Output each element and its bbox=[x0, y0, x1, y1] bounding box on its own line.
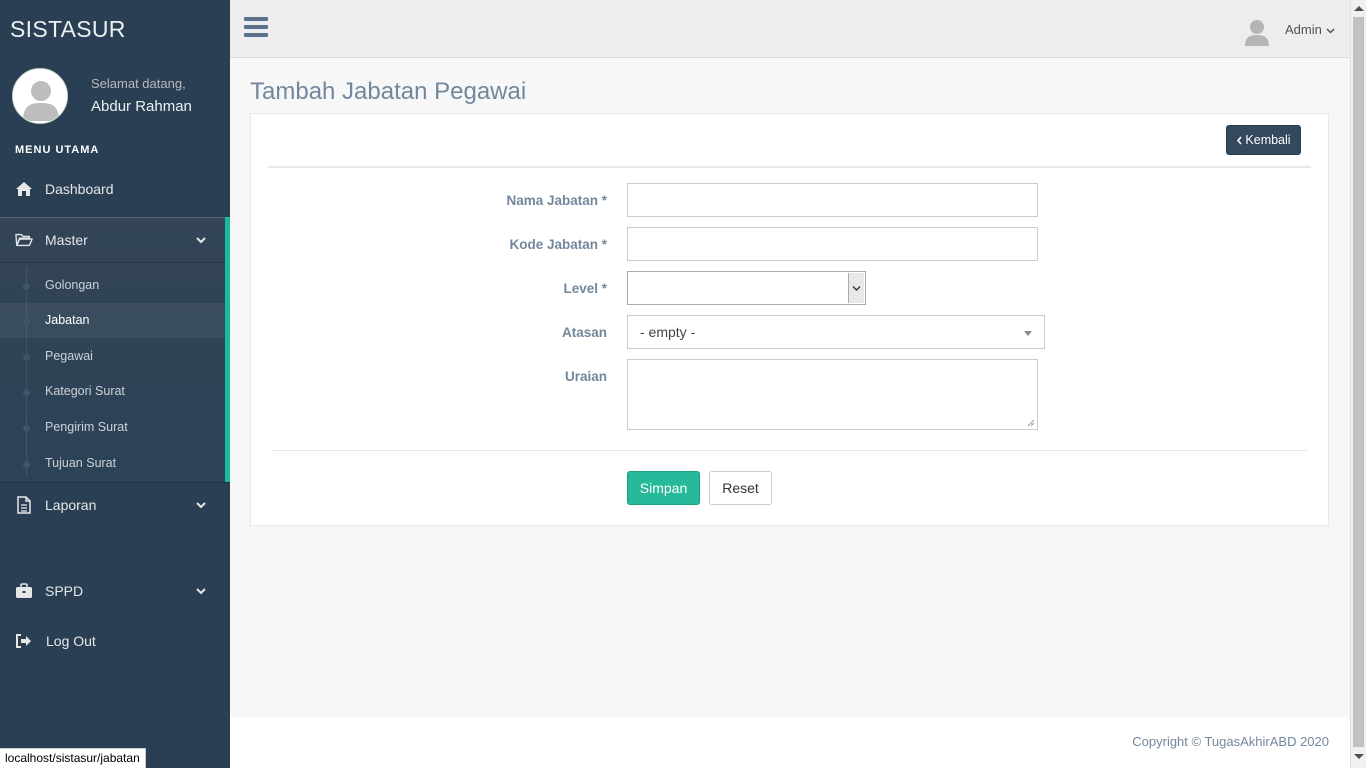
hamburger-icon[interactable] bbox=[244, 17, 268, 39]
divider bbox=[272, 450, 1307, 451]
sidebar-subitem-jabatan[interactable]: Jabatan bbox=[0, 303, 225, 338]
divider bbox=[0, 262, 225, 263]
folder-open-icon bbox=[15, 231, 33, 249]
chevron-down-icon[interactable] bbox=[1326, 26, 1335, 35]
sidebar-group-master: Master Golongan Jabatan Pegawai Kategori… bbox=[0, 217, 230, 482]
welcome-text: Selamat datang, bbox=[91, 76, 186, 91]
sidebar-subitem-label: Tujuan Surat bbox=[45, 456, 117, 470]
sidebar-item-label: Log Out bbox=[46, 633, 96, 649]
form-panel: Kembali Nama Jabatan * Kode Jabatan * Le… bbox=[250, 113, 1329, 526]
page-footer: Copyright © TugasAkhirABD 2020 bbox=[230, 717, 1350, 768]
sidebar-item-dashboard[interactable]: Dashboard bbox=[0, 167, 230, 211]
scroll-down-icon[interactable] bbox=[1354, 754, 1364, 759]
sidebar-subitem-golongan[interactable]: Golongan bbox=[0, 268, 225, 303]
bullet-icon bbox=[23, 425, 30, 432]
nama-jabatan-input[interactable] bbox=[627, 183, 1038, 217]
sidebar-item-label: Dashboard bbox=[45, 181, 114, 197]
sidebar-item-laporan[interactable]: Laporan bbox=[0, 483, 230, 527]
bullet-icon bbox=[23, 461, 30, 468]
chevron-down-icon bbox=[196, 502, 206, 509]
uraian-label: Uraian bbox=[564, 369, 607, 384]
file-text-icon bbox=[15, 496, 33, 514]
bullet-icon bbox=[23, 283, 30, 290]
level-label: Level * bbox=[563, 281, 607, 296]
top-navbar: Admin bbox=[230, 0, 1350, 58]
profile-avatar bbox=[12, 68, 68, 124]
chevron-left-icon bbox=[1237, 135, 1243, 145]
profile-username: Abdur Rahman bbox=[91, 98, 192, 115]
sidebar-item-logout[interactable]: Log Out bbox=[0, 619, 230, 663]
caret-down-icon bbox=[1024, 331, 1032, 336]
sidebar-subitem-label: Pengirim Surat bbox=[45, 420, 128, 434]
sidebar-subitem-label: Jabatan bbox=[45, 313, 90, 327]
sidebar-item-label: Laporan bbox=[45, 497, 97, 513]
sidebar-item-master[interactable]: Master bbox=[0, 218, 225, 262]
chevron-down-icon bbox=[196, 588, 206, 595]
atasan-select-value: - empty - bbox=[640, 324, 696, 340]
sign-out-icon bbox=[15, 632, 33, 650]
kode-jabatan-input[interactable] bbox=[627, 227, 1038, 261]
bullet-icon bbox=[23, 318, 30, 325]
sidebar-item-sppd[interactable]: SPPD bbox=[0, 569, 230, 613]
back-button[interactable]: Kembali bbox=[1226, 125, 1301, 155]
bullet-icon bbox=[23, 389, 30, 396]
copyright-text: Copyright © TugasAkhirABD 2020 bbox=[1132, 734, 1329, 749]
resize-grip-icon[interactable] bbox=[1027, 419, 1035, 427]
home-icon bbox=[15, 180, 33, 198]
bullet-icon bbox=[23, 354, 30, 361]
briefcase-icon bbox=[15, 582, 33, 600]
scroll-up-icon[interactable] bbox=[1354, 6, 1364, 11]
main-content: Tambah Jabatan Pegawai Kembali Nama Jaba… bbox=[230, 58, 1350, 717]
sidebar-item-label: SPPD bbox=[45, 583, 84, 599]
user-silhouette-icon bbox=[13, 69, 67, 123]
atasan-label: Atasan bbox=[561, 325, 607, 340]
status-url: localhost/sistasur/jabatan bbox=[0, 748, 146, 768]
sidebar-subitem-label: Kategori Surat bbox=[45, 384, 125, 398]
app-brand[interactable]: SISTASUR bbox=[10, 16, 126, 43]
vertical-scrollbar[interactable] bbox=[1350, 0, 1366, 768]
level-select[interactable] bbox=[627, 271, 866, 305]
sidebar-subitem-pengirim-surat[interactable]: Pengirim Surat bbox=[0, 410, 225, 445]
reset-button[interactable]: Reset bbox=[709, 471, 772, 505]
atasan-select[interactable]: - empty - bbox=[627, 315, 1045, 349]
uraian-textarea[interactable] bbox=[627, 359, 1038, 430]
sidebar-subitem-pegawai[interactable]: Pegawai bbox=[0, 339, 225, 374]
sidebar-subitem-label: Golongan bbox=[45, 278, 100, 292]
chevron-down-icon bbox=[196, 237, 206, 244]
user-menu-label[interactable]: Admin bbox=[1285, 22, 1322, 37]
scrollbar-thumb[interactable] bbox=[1353, 17, 1364, 747]
page-title: Tambah Jabatan Pegawai bbox=[250, 78, 527, 105]
kode-jabatan-label: Kode Jabatan * bbox=[509, 237, 607, 252]
sidebar: SISTASUR Selamat datang, Abdur Rahman ME… bbox=[0, 0, 230, 768]
back-button-label: Kembali bbox=[1245, 133, 1291, 147]
sidebar-subitem-tujuan-surat[interactable]: Tujuan Surat bbox=[0, 446, 225, 481]
sidebar-subitem-label: Pegawai bbox=[45, 349, 93, 363]
menu-section-title: MENU UTAMA bbox=[15, 144, 100, 156]
user-avatar-icon[interactable] bbox=[1244, 18, 1270, 46]
divider bbox=[268, 166, 1311, 168]
sidebar-subitem-kategori-surat[interactable]: Kategori Surat bbox=[0, 374, 225, 409]
dropdown-arrow-icon[interactable] bbox=[848, 273, 864, 303]
submit-button[interactable]: Simpan bbox=[627, 471, 700, 505]
nama-jabatan-label: Nama Jabatan * bbox=[506, 193, 607, 208]
sidebar-item-label: Master bbox=[45, 232, 88, 248]
